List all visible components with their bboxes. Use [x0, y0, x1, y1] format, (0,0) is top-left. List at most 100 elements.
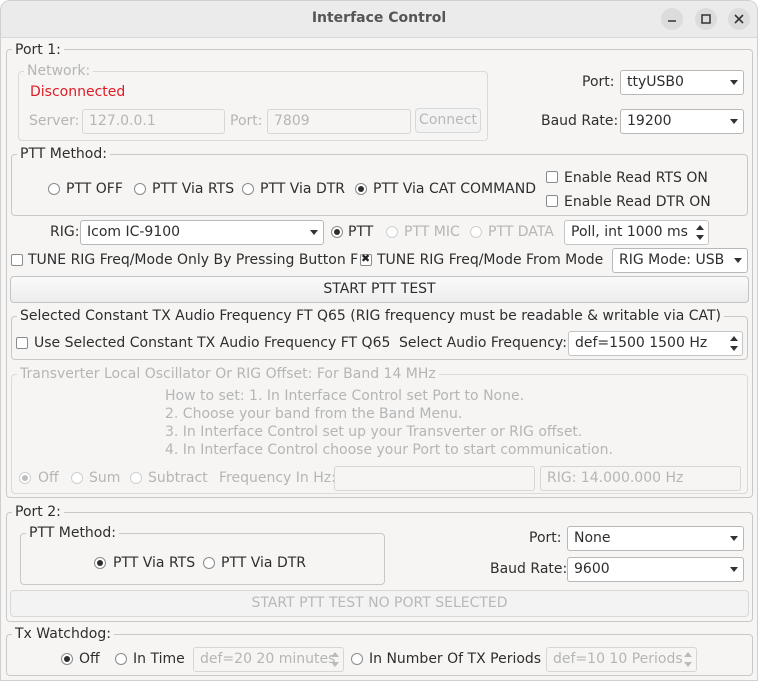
rig-mode-value: RIG Mode: USB — [619, 252, 725, 268]
server-label: Server: — [29, 113, 80, 129]
tune-from-mode-label: TUNE RIG Freq/Mode From Mode — [377, 252, 604, 268]
dtr-on-checkbox[interactable] — [546, 195, 558, 207]
port2-port-value: None — [574, 530, 611, 546]
ptt-mic-label: PTT MIC — [404, 224, 460, 240]
select-audio-freq-label: Select Audio Frequency: — [399, 335, 567, 351]
radio-ptt-cat[interactable] — [355, 183, 367, 195]
offset-freq-input[interactable] — [334, 466, 535, 491]
constant-tx-legend: Selected Constant TX Audio Frequency FT … — [17, 308, 725, 324]
port1-port-value: ttyUSB0 — [627, 74, 684, 90]
port1-baud-label: Baud Rate: — [541, 113, 619, 129]
rts-on-checkbox[interactable] — [546, 171, 558, 183]
port1-baud-value: 19200 — [627, 113, 672, 129]
radio-ptt-mode[interactable] — [331, 226, 343, 238]
connect-button[interactable]: Connect — [415, 108, 481, 133]
audio-freq-spinbox[interactable]: def=1500 1500 Hz — [568, 331, 743, 356]
port1-port-select[interactable]: ttyUSB0 — [620, 70, 744, 95]
port1-legend: Port 1: — [12, 42, 64, 58]
server-input[interactable]: 127.0.0.1 — [82, 109, 225, 134]
start-ptt-test-button[interactable]: START PTT TEST — [10, 276, 749, 303]
port2-port-label: Port: — [529, 530, 562, 546]
port2-port-select[interactable]: None — [567, 526, 744, 551]
use-constant-tx-label: Use Selected Constant TX Audio Frequency… — [34, 335, 391, 351]
spin-arrows-icon[interactable] — [694, 222, 706, 243]
ptt-cat-label: PTT Via CAT COMMAND — [373, 181, 536, 197]
radio-ptt-data[interactable] — [470, 226, 482, 238]
howto-line-4: 4. In Interface Control choose your Port… — [165, 442, 613, 458]
watchdog-periods-value: def=10 10 Periods — [553, 651, 683, 667]
watchdog-legend: Tx Watchdog: — [12, 626, 114, 642]
spin-arrows-icon[interactable] — [728, 333, 740, 354]
watchdog-time-label: In Time — [133, 651, 185, 667]
rig-mode-select[interactable]: RIG Mode: USB — [612, 248, 748, 273]
chevron-down-icon — [730, 80, 738, 85]
radio-offset-sum[interactable] — [71, 472, 83, 484]
chevron-down-icon — [734, 258, 742, 263]
offset-sum-label: Sum — [89, 470, 121, 486]
offset-off-label: Off — [38, 470, 59, 486]
freq-hz-label: Frequency In Hz: — [219, 470, 336, 486]
watchdog-time-value: def=20 20 minutes — [200, 651, 336, 667]
radio-ptt-mic[interactable] — [386, 226, 398, 238]
radio-ptt-dtr[interactable] — [242, 183, 254, 195]
audio-freq-value: def=1500 1500 Hz — [575, 335, 708, 351]
network-status: Disconnected — [30, 84, 126, 100]
poll-interval-value: Poll, int 1000 ms — [571, 224, 688, 240]
howto-line-2: 2. Choose your band from the Band Menu. — [165, 406, 463, 422]
tune-button-only-label: TUNE RIG Freq/Mode Only By Pressing Butt… — [28, 252, 359, 268]
port1-port-label: Port: — [582, 74, 615, 90]
radio-watchdog-off[interactable] — [61, 653, 73, 665]
port1-ptt-legend: PTT Method: — [17, 146, 110, 162]
port2-ptt-legend: PTT Method: — [26, 525, 119, 541]
minimize-icon — [668, 20, 676, 22]
ptt-data-label: PTT DATA — [488, 224, 554, 240]
use-constant-tx-checkbox[interactable] — [16, 337, 28, 349]
rig-freq-display: RIG: 14.000.000 Hz — [540, 466, 741, 491]
spin-arrows-icon[interactable] — [682, 649, 694, 670]
port2-ptt-rts-label: PTT Via RTS — [113, 555, 196, 571]
maximize-button[interactable] — [695, 8, 717, 30]
minimize-button[interactable] — [661, 8, 683, 30]
close-button[interactable] — [728, 8, 750, 30]
watchdog-periods-spinbox[interactable]: def=10 10 Periods — [546, 647, 697, 672]
radio-ptt-rts[interactable] — [134, 183, 146, 195]
chevron-down-icon — [730, 536, 738, 541]
howto-line-1: How to set: 1. In Interface Control set … — [165, 388, 525, 404]
network-port-label: Port: — [230, 113, 263, 129]
port2-baud-label: Baud Rate: — [490, 561, 568, 577]
ptt-rts-label: PTT Via RTS — [152, 181, 235, 197]
port2-baud-value: 9600 — [574, 561, 610, 577]
chevron-down-icon — [730, 119, 738, 124]
radio-watchdog-periods[interactable] — [351, 653, 363, 665]
rig-value: Icom IC-9100 — [87, 224, 181, 240]
tune-from-mode-checkbox[interactable] — [360, 252, 372, 266]
ptt-dtr-label: PTT Via DTR — [260, 181, 345, 197]
rig-select[interactable]: Icom IC-9100 — [80, 220, 324, 245]
title-bar: Interface Control — [1, 1, 757, 38]
radio-ptt-off[interactable] — [48, 183, 60, 195]
poll-interval-spinbox[interactable]: Poll, int 1000 ms — [564, 220, 709, 245]
radio-port2-ptt-dtr[interactable] — [203, 557, 215, 569]
ptt-mode-label: PTT — [348, 224, 374, 240]
interface-control-window: Interface Control Port 1: Network: Disco… — [0, 0, 758, 681]
port2-baud-select[interactable]: 9600 — [567, 557, 744, 582]
maximize-icon — [701, 14, 711, 24]
radio-watchdog-time[interactable] — [115, 653, 127, 665]
tune-button-only-checkbox[interactable] — [11, 254, 23, 266]
window-title: Interface Control — [311, 10, 447, 26]
port2-start-ptt-test-button[interactable]: START PTT TEST NO PORT SELECTED — [10, 590, 749, 617]
offset-subtract-label: Subtract — [148, 470, 208, 486]
spin-arrows-icon[interactable] — [329, 649, 341, 670]
close-icon — [734, 14, 744, 24]
watchdog-time-spinbox[interactable]: def=20 20 minutes — [193, 647, 344, 672]
chevron-down-icon — [730, 567, 738, 572]
watchdog-off-label: Off — [79, 651, 100, 667]
radio-port2-ptt-rts[interactable] — [94, 557, 106, 569]
dtr-on-label: Enable Read DTR ON — [564, 194, 711, 210]
radio-offset-off[interactable] — [19, 472, 31, 484]
radio-offset-subtract[interactable] — [130, 472, 142, 484]
watchdog-periods-label: In Number Of TX Periods — [369, 651, 542, 667]
rig-label: RIG: — [50, 224, 80, 240]
port1-baud-select[interactable]: 19200 — [620, 109, 744, 134]
network-port-input[interactable]: 7809 — [267, 109, 411, 134]
